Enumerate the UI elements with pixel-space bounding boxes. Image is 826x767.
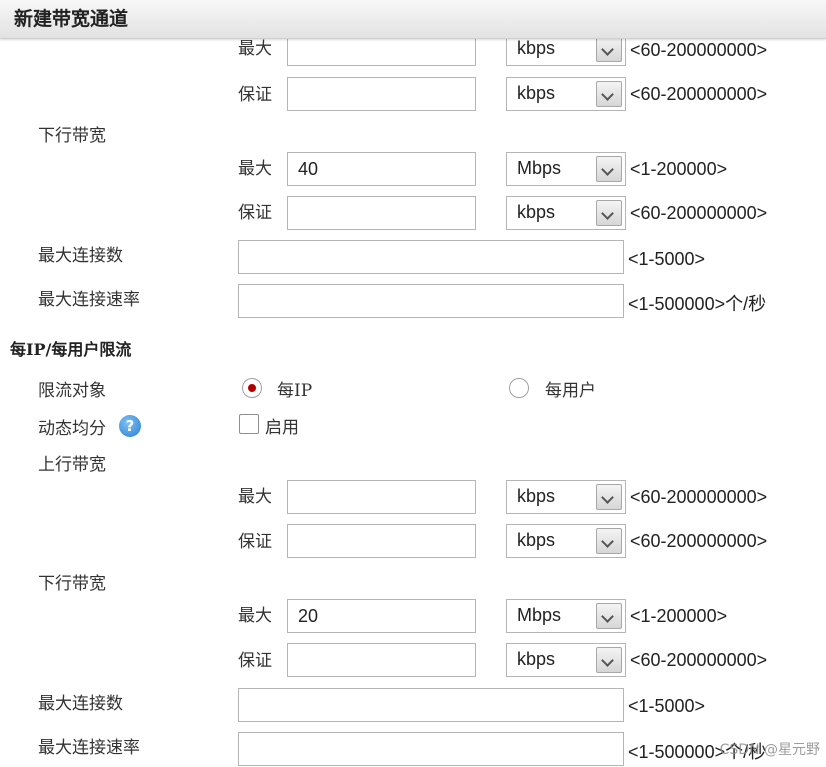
- chevron-down-icon[interactable]: [596, 528, 622, 554]
- per-ip-upload-guarantee-input[interactable]: [287, 524, 476, 558]
- max-conn-rate-range: <1-500000>个/秒: [628, 294, 767, 314]
- per-ip-max-connections-label: 最大连接数: [38, 694, 123, 714]
- chevron-down-icon[interactable]: [596, 484, 622, 510]
- per-ip-download-guarantee-input[interactable]: [287, 643, 476, 677]
- per-ip-section-title: 每IP/每用户限流: [10, 340, 132, 359]
- enable-checkbox-label[interactable]: 启用: [265, 413, 299, 438]
- per-ip-download-max-range: <1-200000>: [630, 606, 728, 626]
- download-guarantee-range: <60-200000000>: [630, 203, 768, 223]
- per-ip-upload-guarantee-unit-select[interactable]: kbps: [506, 524, 626, 558]
- select-value: Mbps: [517, 158, 562, 178]
- select-value: kbps: [517, 202, 556, 222]
- chevron-down-icon[interactable]: [596, 156, 622, 182]
- select-value: kbps: [517, 649, 556, 669]
- max-conn-rate-input[interactable]: [238, 284, 624, 318]
- per-ip-upload-label: 上行带宽: [38, 455, 106, 475]
- download-max-input[interactable]: 40: [287, 152, 476, 186]
- max-connections-label: 最大连接数: [38, 246, 123, 266]
- watermark: CSDN @星元野: [719, 742, 820, 758]
- per-ip-upload-max-range: <60-200000000>: [630, 487, 768, 507]
- upload-max-range: <60-200000000>: [630, 40, 768, 60]
- max-connections-input[interactable]: [238, 240, 624, 274]
- per-ip-max-connections-input[interactable]: [238, 688, 624, 722]
- per-ip-max-conn-rate-label: 最大连接速率: [38, 738, 140, 758]
- per-ip-upload-max-label: 最大: [238, 487, 272, 507]
- help-icon[interactable]: ?: [119, 415, 141, 437]
- dialog-header: 新建带宽通道: [0, 0, 826, 39]
- per-ip-download-guarantee-label: 保证: [238, 651, 272, 671]
- chevron-down-icon[interactable]: [596, 81, 622, 107]
- per-ip-download-guarantee-unit-select[interactable]: kbps: [506, 643, 626, 677]
- dynamic-share-label: 动态均分: [38, 419, 106, 439]
- per-ip-download-max-label: 最大: [238, 606, 272, 626]
- select-value: kbps: [517, 38, 556, 58]
- max-conn-rate-label: 最大连接速率: [38, 290, 140, 310]
- select-value: Mbps: [517, 605, 562, 625]
- dialog-title: 新建带宽通道: [14, 8, 129, 30]
- select-value: kbps: [517, 486, 556, 506]
- select-value: kbps: [517, 83, 556, 103]
- chevron-down-icon[interactable]: [596, 647, 622, 673]
- per-ip-upload-max-unit-select[interactable]: kbps: [506, 480, 626, 514]
- upload-guarantee-range: <60-200000000>: [630, 84, 768, 104]
- per-ip-upload-guarantee-range: <60-200000000>: [630, 531, 768, 551]
- radio-per-user-label[interactable]: 每用户: [545, 376, 596, 401]
- download-max-unit-select[interactable]: Mbps: [506, 152, 626, 186]
- per-ip-upload-guarantee-label: 保证: [238, 532, 272, 552]
- form-content: 最大 kbps <60-200000000> 保证 kbps <60-20000…: [0, 0, 826, 767]
- download-guarantee-input[interactable]: [287, 196, 476, 230]
- upload-guarantee-label: 保证: [238, 85, 272, 105]
- radio-per-user[interactable]: [509, 378, 529, 398]
- per-ip-download-guarantee-range: <60-200000000>: [630, 650, 768, 670]
- per-ip-download-max-input[interactable]: 20: [287, 599, 476, 633]
- download-bandwidth-label: 下行带宽: [38, 126, 106, 146]
- chevron-down-icon[interactable]: [596, 200, 622, 226]
- download-guarantee-label: 保证: [238, 203, 272, 223]
- select-value: kbps: [517, 530, 556, 550]
- radio-per-ip[interactable]: [242, 378, 262, 398]
- limit-target-label: 限流对象: [38, 381, 106, 401]
- chevron-down-icon[interactable]: [596, 36, 622, 62]
- radio-per-ip-label[interactable]: 每IP: [277, 376, 312, 401]
- download-guarantee-unit-select[interactable]: kbps: [506, 196, 626, 230]
- per-ip-download-max-unit-select[interactable]: Mbps: [506, 599, 626, 633]
- chevron-down-icon[interactable]: [596, 603, 622, 629]
- upload-guarantee-unit-select[interactable]: kbps: [506, 77, 626, 111]
- per-ip-upload-max-input[interactable]: [287, 480, 476, 514]
- download-max-label: 最大: [238, 159, 272, 179]
- download-max-range: <1-200000>: [630, 159, 728, 179]
- per-ip-max-connections-range: <1-5000>: [628, 696, 706, 716]
- upload-guarantee-input[interactable]: [287, 77, 476, 111]
- per-ip-download-label: 下行带宽: [38, 574, 106, 594]
- max-connections-range: <1-5000>: [628, 249, 706, 269]
- enable-checkbox[interactable]: [239, 414, 259, 434]
- per-ip-max-conn-rate-input[interactable]: [238, 732, 624, 766]
